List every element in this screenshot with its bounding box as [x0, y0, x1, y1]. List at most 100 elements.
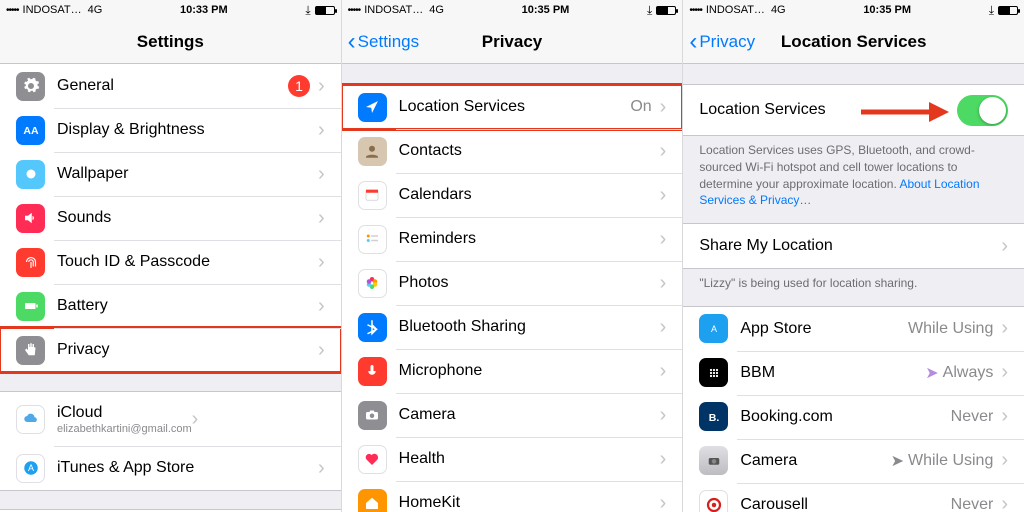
wallpaper-icon: [16, 160, 45, 189]
row-touchid[interactable]: Touch ID & Passcode ›: [0, 240, 341, 284]
back-label: Settings: [358, 32, 419, 52]
back-label: Privacy: [699, 32, 755, 52]
row-value: On: [630, 98, 651, 116]
row-label: Camera: [740, 452, 890, 470]
photos-icon: [358, 269, 387, 298]
row-icloud[interactable]: iCloud elizabethkartini@gmail.com ›: [0, 392, 341, 446]
signal-dots-icon: •••••: [689, 5, 702, 16]
row-label: Battery: [57, 297, 318, 315]
row-photos[interactable]: Photos ›: [342, 261, 683, 305]
chevron-left-icon: ‹: [348, 30, 356, 54]
row-share-location[interactable]: Share My Location ›: [683, 224, 1024, 268]
row-sounds[interactable]: Sounds ›: [0, 196, 341, 240]
row-itunes[interactable]: A iTunes & App Store ›: [0, 446, 341, 490]
chevron-right-icon: ›: [192, 408, 199, 431]
row-label: iCloud: [57, 404, 192, 422]
location-arrow-icon: ➤: [891, 451, 904, 471]
bluetooth-icon: [358, 313, 387, 342]
sounds-icon: [16, 204, 45, 233]
chevron-right-icon: ›: [1001, 317, 1008, 340]
row-label: Bluetooth Sharing: [399, 318, 660, 336]
row-location-toggle: Location Services: [683, 85, 1024, 135]
row-camera[interactable]: Camera ›: [342, 393, 683, 437]
svg-text:A: A: [27, 463, 33, 473]
booking-icon: B.: [699, 402, 728, 431]
battery-icon: [656, 6, 676, 15]
chevron-right-icon: ›: [660, 448, 667, 471]
badge-icon: 1: [288, 75, 310, 97]
network-label: 4G: [429, 4, 444, 16]
screen-settings: ••••• INDOSAT… 4G 10:33 PM ⤓ Settings Ge…: [0, 0, 341, 512]
chevron-right-icon: ›: [660, 360, 667, 383]
row-label: Location Services: [399, 98, 631, 116]
back-button[interactable]: ‹Settings: [342, 30, 419, 54]
bbm-icon: [699, 358, 728, 387]
row-display-brightness[interactable]: AA Display & Brightness ›: [0, 108, 341, 152]
camera-icon: [699, 446, 728, 475]
battery-icon: [998, 6, 1018, 15]
row-app-bbm[interactable]: BBM ➤Always ›: [683, 351, 1024, 395]
row-location-services[interactable]: Location Services On ›: [342, 85, 683, 129]
chevron-right-icon: ›: [660, 184, 667, 207]
row-value: While Using: [908, 320, 993, 338]
orientation-lock-icon: ⤓: [989, 3, 994, 18]
row-label: Sounds: [57, 209, 318, 227]
brightness-icon: AA: [16, 116, 45, 145]
back-button[interactable]: ‹Privacy: [683, 30, 755, 54]
chevron-right-icon: ›: [318, 295, 325, 318]
carrier-label: INDOSAT…: [706, 4, 765, 16]
row-label: Camera: [399, 406, 660, 424]
row-wallpaper[interactable]: Wallpaper ›: [0, 152, 341, 196]
carrier-label: INDOSAT…: [364, 4, 423, 16]
row-bluetooth[interactable]: Bluetooth Sharing ›: [342, 305, 683, 349]
svg-text:B.: B.: [709, 412, 720, 424]
chevron-right-icon: ›: [318, 163, 325, 186]
row-value: Never: [951, 408, 994, 426]
row-contacts[interactable]: Contacts ›: [342, 129, 683, 173]
status-bar: ••••• INDOSAT… 4G 10:35 PM ⤓: [342, 0, 683, 20]
row-value: ➤While Using: [891, 451, 994, 471]
row-label: Reminders: [399, 230, 660, 248]
row-app-camera[interactable]: Camera ➤While Using ›: [683, 439, 1024, 483]
row-label: Health: [399, 450, 660, 468]
row-label: App Store: [740, 320, 908, 338]
row-general[interactable]: General 1 ›: [0, 64, 341, 108]
row-microphone[interactable]: Microphone ›: [342, 349, 683, 393]
svg-text:AA: AA: [23, 125, 39, 137]
nav-bar: Settings: [0, 20, 341, 64]
chevron-right-icon: ›: [660, 228, 667, 251]
row-app-appstore[interactable]: A App Store While Using ›: [683, 307, 1024, 351]
row-calendars[interactable]: Calendars ›: [342, 173, 683, 217]
row-app-booking[interactable]: B. Booking.com Never ›: [683, 395, 1024, 439]
row-privacy[interactable]: Privacy ›: [0, 328, 341, 372]
battery-icon: [315, 6, 335, 15]
chevron-right-icon: ›: [1001, 235, 1008, 258]
clock-label: 10:35 PM: [786, 4, 989, 16]
annotation-arrow-icon: [861, 100, 951, 124]
row-subtext: elizabethkartini@gmail.com: [57, 423, 192, 435]
row-label: iTunes & App Store: [57, 459, 318, 477]
chevron-left-icon: ‹: [689, 30, 697, 54]
fingerprint-icon: [16, 248, 45, 277]
gear-icon: [16, 72, 45, 101]
chevron-right-icon: ›: [660, 316, 667, 339]
clock-label: 10:33 PM: [102, 4, 305, 16]
location-services-toggle[interactable]: [957, 95, 1008, 126]
row-label: Touch ID & Passcode: [57, 253, 318, 271]
chevron-right-icon: ›: [318, 119, 325, 142]
health-icon: [358, 445, 387, 474]
row-label: Wallpaper: [57, 165, 318, 183]
camera-icon: [358, 401, 387, 430]
signal-dots-icon: •••••: [6, 5, 19, 16]
row-battery[interactable]: Battery ›: [0, 284, 341, 328]
microphone-icon: [358, 357, 387, 386]
chevron-right-icon: ›: [318, 75, 325, 98]
row-homekit[interactable]: HomeKit ›: [342, 481, 683, 512]
row-app-carousell[interactable]: Carousell Never ›: [683, 483, 1024, 512]
row-reminders[interactable]: Reminders ›: [342, 217, 683, 261]
row-health[interactable]: Health ›: [342, 437, 683, 481]
orientation-lock-icon: ⤓: [305, 3, 310, 18]
chevron-right-icon: ›: [318, 251, 325, 274]
network-label: 4G: [771, 4, 786, 16]
orientation-lock-icon: ⤓: [647, 3, 652, 18]
